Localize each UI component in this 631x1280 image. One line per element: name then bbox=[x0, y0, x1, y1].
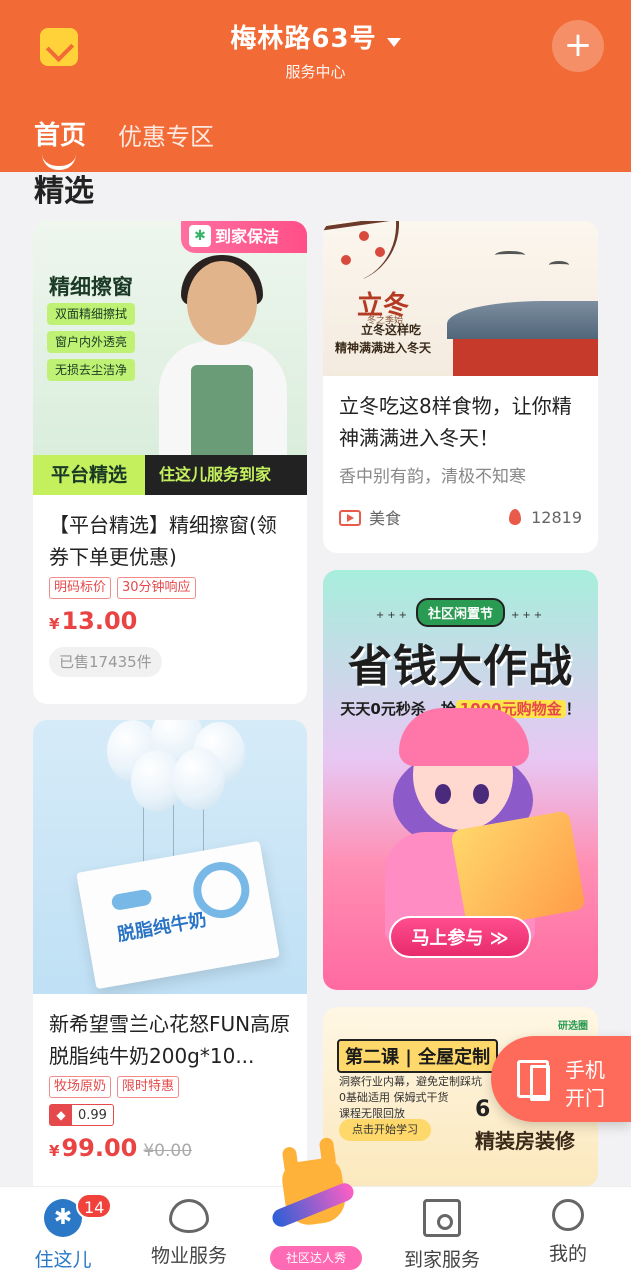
image-headline: 精细擦窗 bbox=[49, 275, 133, 299]
article-title: 立冬吃这8样食物，让你精神满满进入冬天！ bbox=[339, 394, 572, 450]
product-price: ¥99.00 ¥0.00 bbox=[49, 1134, 193, 1162]
image-footer-right: 住这儿服务到家 bbox=[159, 465, 272, 484]
original-price: ¥0.00 bbox=[143, 1141, 193, 1161]
promo-headline: 省钱大作战 bbox=[348, 641, 573, 692]
start-learning-button[interactable]: 点击开始学习 bbox=[339, 1119, 431, 1141]
image-footer-left: 平台精选 bbox=[33, 455, 145, 495]
course-logo: 研选圈 bbox=[558, 1021, 588, 1032]
article-hot: 12819 bbox=[509, 508, 582, 527]
course-headline: 第二课 | 全屋定制 bbox=[337, 1039, 499, 1073]
product-image: 到家保洁 精细擦窗 双面精细擦拭 窗户内外透亮 无损去尘洁净 平台精选 住这儿服… bbox=[33, 221, 307, 495]
rating-badge: ◆ 0.99 bbox=[49, 1104, 114, 1126]
house-icon bbox=[423, 1199, 461, 1237]
join-button[interactable]: 马上参与 ≫ bbox=[389, 916, 531, 958]
product-price: ¥13.00 bbox=[49, 607, 138, 635]
notification-badge: 14 bbox=[76, 1193, 113, 1219]
heart-icon bbox=[169, 1199, 209, 1233]
course-big-text: 精装房装修 bbox=[475, 1129, 575, 1153]
product-card-milk[interactable]: 脱脂纯牛奶 新希望雪兰心花怒FUN高原脱脂纯牛奶200g*10... 牧场原奶 … bbox=[33, 720, 307, 1200]
top-tabs: 首页 优惠专区 bbox=[34, 115, 246, 170]
tab-home[interactable]: 首页 bbox=[34, 115, 86, 170]
article-image: 立冬 冬之季始 立冬这样吃 精神满满进入冬天 bbox=[323, 221, 598, 376]
app-header: 梅林路63号 服务中心 + 首页 优惠专区 bbox=[0, 0, 631, 172]
tag-icon: ◆ bbox=[50, 1105, 72, 1125]
tab-discounts[interactable]: 优惠专区 bbox=[118, 117, 214, 152]
section-title: 精选 bbox=[34, 174, 94, 209]
nav-home[interactable]: 14 住这儿 bbox=[0, 1193, 126, 1272]
product-tag: 牧场原奶 bbox=[49, 1076, 112, 1098]
course-big-number: 6 bbox=[475, 1097, 491, 1122]
product-image: 脱脂纯牛奶 bbox=[33, 720, 307, 994]
sold-count: 已售17435件 bbox=[49, 647, 162, 677]
add-button[interactable]: + bbox=[552, 20, 604, 72]
promo-pill: 社区闲置节 bbox=[415, 598, 505, 627]
service-badge: 到家保洁 bbox=[181, 221, 307, 253]
feature-pill: 无损去尘洁净 bbox=[47, 359, 136, 381]
product-tag: 限时特惠 bbox=[117, 1076, 180, 1098]
course-line: 0基础适用 保姆式干货 bbox=[339, 1091, 449, 1104]
feature-pill: 双面精细擦拭 bbox=[47, 303, 136, 325]
door-icon bbox=[517, 1060, 550, 1101]
product-tag: 明码标价 bbox=[49, 577, 112, 599]
article-subtitle: 香中别有韵，清极不知寒 bbox=[339, 467, 526, 487]
product-title: 【平台精选】精细擦窗(领券下单更优惠) bbox=[49, 513, 277, 569]
nav-community-show[interactable]: 社区达人秀 bbox=[269, 1156, 362, 1272]
article-image-line: 精神满满进入冬天 bbox=[335, 341, 432, 355]
caret-down-icon[interactable] bbox=[386, 38, 401, 47]
course-line: 洞察行业内幕，避免定制踩坑 bbox=[339, 1075, 482, 1088]
video-icon bbox=[339, 510, 361, 526]
article-card[interactable]: 立冬 冬之季始 立冬这样吃 精神满满进入冬天 立冬吃这8样食物，让你精神满满进入… bbox=[323, 221, 598, 553]
article-category: 美食 bbox=[339, 505, 401, 529]
image-footer: 平台精选 住这儿服务到家 bbox=[33, 455, 307, 495]
cleaner-illustration bbox=[153, 255, 293, 475]
fire-icon bbox=[509, 508, 522, 525]
location-title[interactable]: 梅林路63号 bbox=[230, 24, 376, 54]
article-image-line: 立冬这样吃 bbox=[361, 323, 422, 337]
nav-mine[interactable]: 我的 bbox=[505, 1199, 631, 1266]
nav-community-label: 社区达人秀 bbox=[270, 1246, 362, 1270]
phone-door-button[interactable]: 手机 开门 bbox=[491, 1036, 631, 1122]
product-title: 新希望雪兰心花怒FUN高原脱脂纯牛奶200g*10... bbox=[49, 1012, 291, 1068]
phone-door-label: 手机 开门 bbox=[565, 1058, 605, 1110]
milk-box-illustration: 脱脂纯牛奶 bbox=[76, 840, 280, 990]
location-subtitle: 服务中心 bbox=[285, 63, 346, 81]
location-selector[interactable]: 梅林路63号 服务中心 bbox=[0, 18, 631, 82]
nav-property-service[interactable]: 物业服务 bbox=[126, 1199, 252, 1268]
feature-pill: 窗户内外透亮 bbox=[47, 331, 136, 353]
product-tag: 30分钟响应 bbox=[117, 577, 196, 599]
promo-banner[interactable]: +++ 社区闲置节 +++ 省钱大作战 天天0元秒杀，抢 1000元购物金！ 马上参与… bbox=[323, 570, 598, 990]
cart-illustration bbox=[450, 810, 586, 930]
user-icon bbox=[552, 1199, 584, 1231]
product-card-cleaning[interactable]: 到家保洁 精细擦窗 双面精细擦拭 窗户内外透亮 无损去尘洁净 平台精选 住这儿服… bbox=[33, 221, 307, 704]
nav-home-service[interactable]: 到家服务 bbox=[379, 1199, 505, 1272]
